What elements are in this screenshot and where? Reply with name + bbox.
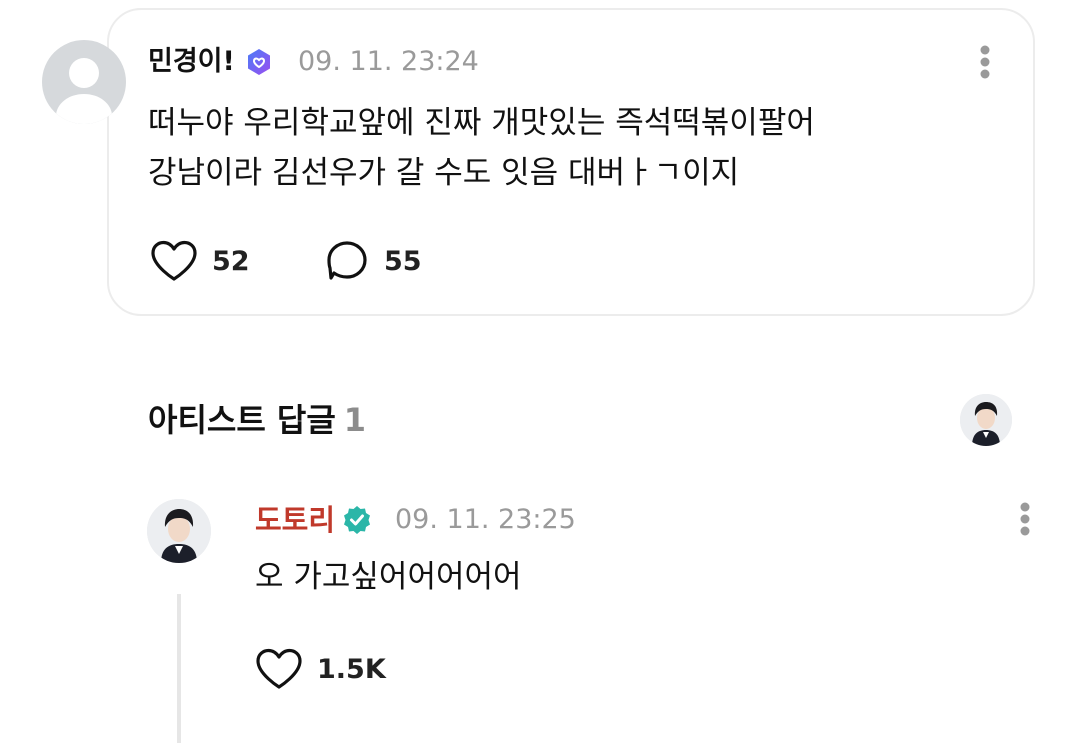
verified-badge-icon — [344, 506, 370, 534]
reply-body: 오 가고싶어어어어어 — [255, 559, 522, 595]
comment-count: 55 — [384, 245, 422, 277]
user-avatar[interactable] — [42, 40, 126, 124]
reply-author-avatar[interactable] — [147, 499, 211, 563]
like-button[interactable]: 52 — [150, 240, 250, 282]
heart-icon — [256, 648, 302, 689]
comment-bubble-icon — [327, 241, 367, 280]
artist-avatar[interactable] — [960, 394, 1012, 446]
heart-icon — [151, 240, 197, 281]
reply-timestamp: 09. 11. 23:25 — [395, 504, 576, 535]
artist-replies-title: 아티스트 답글 — [148, 401, 336, 439]
post-author-name[interactable]: 민경이! — [148, 42, 235, 82]
like-count: 52 — [212, 245, 250, 277]
more-vertical-icon[interactable] — [979, 44, 991, 84]
reply-author-name[interactable]: 도토리 — [255, 500, 335, 540]
post-body-line: 떠누야 우리학교앞에 진짜 개맛있는 즉석떡볶이팔어 — [148, 105, 815, 141]
artist-replies-heading: 아티스트 답글 1 — [148, 398, 366, 442]
post-timestamp: 09. 11. 23:24 — [298, 46, 479, 77]
more-vertical-icon[interactable] — [1019, 501, 1031, 541]
post-body-line: 강남이라 김선우가 갈 수도 잇음 대버ㅏㄱ이지 — [148, 155, 740, 191]
comment-button[interactable]: 55 — [326, 240, 422, 282]
verified-badge-icon — [248, 49, 270, 75]
reply-like-button[interactable]: 1.5K — [255, 648, 386, 690]
reply-like-count: 1.5K — [317, 653, 386, 685]
artist-replies-count: 1 — [343, 401, 367, 439]
thread-connector-line — [177, 594, 181, 743]
fan-post-thread: 민경이! 09. 11. 23:24 떠누야 우리학교앞에 진짜 개맛있는 즉석… — [0, 0, 1080, 743]
post-body: 떠누야 우리학교앞에 진짜 개맛있는 즉석떡볶이팔어강남이라 김선우가 갈 수도… — [148, 98, 815, 198]
